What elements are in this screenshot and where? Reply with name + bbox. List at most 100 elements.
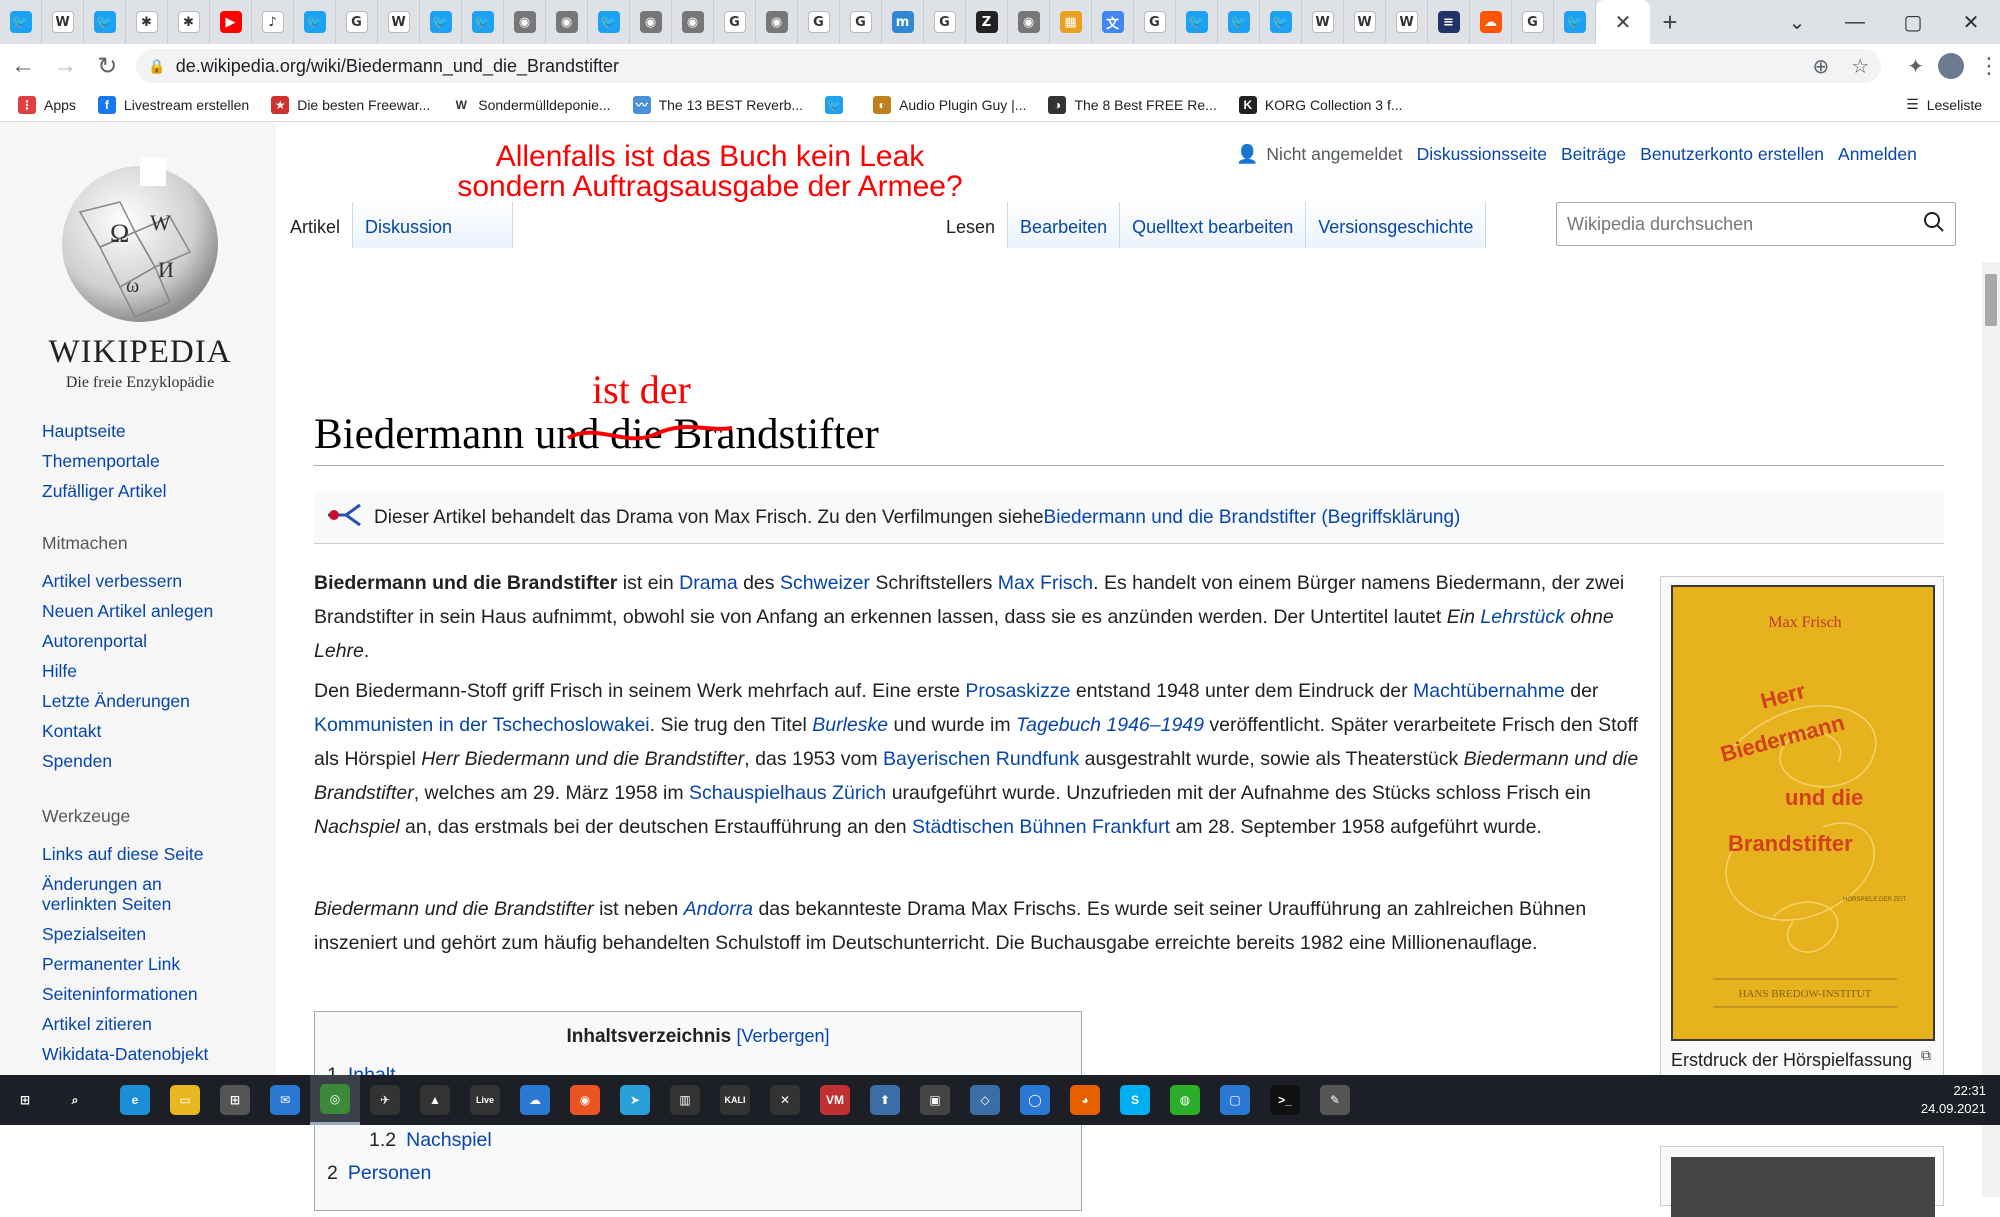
browser-tab[interactable]: G xyxy=(840,0,882,44)
taskbar-app[interactable]: ▭ xyxy=(160,1075,210,1125)
browser-tab[interactable]: 🐦 xyxy=(462,0,504,44)
window-close-icon[interactable]: ✕ xyxy=(1942,0,2000,44)
sidebar-link[interactable]: Seiteninformationen xyxy=(42,979,232,1009)
toc-item[interactable]: 1.2 Nachspiel xyxy=(369,1129,492,1152)
link-prosaskizze[interactable]: Prosaskizze xyxy=(965,680,1070,702)
browser-tab[interactable]: 🐦 xyxy=(588,0,630,44)
link-kommunisten[interactable]: Kommunisten in der Tschechoslowakei xyxy=(314,714,650,736)
address-bar[interactable]: 🔒 de.wikipedia.org/wiki/Biedermann_und_d… xyxy=(136,49,1882,83)
link-andorra[interactable]: Andorra xyxy=(684,898,753,920)
enlarge-icon[interactable]: ⧉ xyxy=(1921,1047,1931,1064)
taskbar-app[interactable]: S xyxy=(1110,1075,1160,1125)
browser-tab[interactable]: ☁ xyxy=(1470,0,1512,44)
taskbar-app[interactable]: KALI xyxy=(710,1075,760,1125)
login-link[interactable]: Anmelden xyxy=(1838,144,1917,165)
link-drama[interactable]: Drama xyxy=(679,572,738,594)
browser-tab[interactable]: G xyxy=(714,0,756,44)
tab-history[interactable]: Versionsgeschichte xyxy=(1306,202,1487,248)
bookmark-item[interactable]: ◐ Audio Plugin Guy |... xyxy=(873,95,1026,114)
link-max-frisch[interactable]: Max Frisch xyxy=(998,572,1093,594)
forward-button[interactable]: → xyxy=(46,46,84,86)
taskbar-app[interactable]: ▥ xyxy=(660,1075,710,1125)
link-buehnen-frankfurt[interactable]: Städtischen Bühnen Frankfurt xyxy=(912,816,1170,838)
browser-tab[interactable]: ◉ xyxy=(756,0,798,44)
taskbar-app[interactable]: ➤ xyxy=(610,1075,660,1125)
tab-read[interactable]: Lesen xyxy=(934,202,1009,248)
browser-tab[interactable]: ♪ xyxy=(252,0,294,44)
taskbar-app[interactable]: VM xyxy=(810,1075,860,1125)
browser-tab[interactable]: G xyxy=(336,0,378,44)
taskbar-app[interactable]: ✉ xyxy=(260,1075,310,1125)
scrollbar-thumb[interactable] xyxy=(1985,274,1997,326)
taskbar-app[interactable]: e xyxy=(110,1075,160,1125)
search-input[interactable]: Wikipedia durchsuchen xyxy=(1556,202,1956,246)
sidebar-link[interactable]: Themenportale xyxy=(42,446,167,476)
taskbar-app[interactable]: ◯ xyxy=(1010,1075,1060,1125)
taskbar-app[interactable]: ▣ xyxy=(910,1075,960,1125)
browser-tab[interactable]: W xyxy=(1386,0,1428,44)
talk-link[interactable]: Diskussionsseite xyxy=(1417,144,1547,165)
browser-tab[interactable]: 🐦 xyxy=(0,0,42,44)
toc-link[interactable]: Nachspiel xyxy=(406,1129,492,1151)
reading-list-button[interactable]: ☰ Leseliste xyxy=(1906,96,1982,113)
tab-search-icon[interactable]: ⌄ xyxy=(1768,0,1826,44)
sidebar-link[interactable]: Artikel verbessern xyxy=(42,566,213,596)
page-scrollbar[interactable] xyxy=(1982,262,2000,1197)
toc-item[interactable]: 2 Personen xyxy=(327,1162,431,1185)
sidebar-link[interactable]: Zufälliger Artikel xyxy=(42,476,167,506)
sidebar-link[interactable]: Spenden xyxy=(42,746,213,776)
taskbar-app[interactable]: ◎ xyxy=(310,1075,360,1125)
browser-tab[interactable]: ◉ xyxy=(630,0,672,44)
wikipedia-logo[interactable]: Ω W И ω WIKIPEDIA Die freie Enzyklopädie xyxy=(40,152,240,391)
contributions-link[interactable]: Beiträge xyxy=(1561,144,1626,165)
bookmark-item[interactable]: 〰 The 13 BEST Reverb... xyxy=(632,95,803,114)
sidebar-link[interactable]: Hilfe xyxy=(42,656,213,686)
browser-tab[interactable]: 🐦 xyxy=(1176,0,1218,44)
browser-tab[interactable]: 🐦 xyxy=(1554,0,1596,44)
hatnote-link[interactable]: Biedermann und die Brandstifter (Begriff… xyxy=(1044,507,1461,529)
second-image[interactable] xyxy=(1671,1157,1935,1217)
taskbar-app[interactable]: ⬆ xyxy=(860,1075,910,1125)
reload-button[interactable]: ↻ xyxy=(88,46,126,86)
tab-discussion[interactable]: Diskussion xyxy=(353,202,514,248)
sidebar-link[interactable]: Hauptseite xyxy=(42,416,167,446)
browser-tab[interactable]: G xyxy=(1134,0,1176,44)
bookmark-item[interactable]: ★ Die besten Freewar... xyxy=(271,95,430,114)
sidebar-link[interactable]: Letzte Änderungen xyxy=(42,686,213,716)
sidebar-link[interactable]: Links auf diese Seite xyxy=(42,839,232,869)
bookmark-item[interactable]: ⋮ Apps xyxy=(18,95,76,114)
browser-tab[interactable]: ✱ xyxy=(168,0,210,44)
taskbar-app[interactable]: ⊞ xyxy=(210,1075,260,1125)
taskbar-app[interactable]: ◉ xyxy=(560,1075,610,1125)
browser-tab[interactable]: W xyxy=(1344,0,1386,44)
extensions-puzzle-icon[interactable]: ✦ xyxy=(1907,54,1924,79)
taskbar-app[interactable]: ✈ xyxy=(360,1075,410,1125)
browser-tab[interactable]: ▶ xyxy=(210,0,252,44)
profile-avatar[interactable] xyxy=(1937,53,1964,79)
browser-tab[interactable]: G xyxy=(924,0,966,44)
taskbar-app[interactable]: ☁ xyxy=(510,1075,560,1125)
sidebar-link[interactable]: Spezialseiten xyxy=(42,919,232,949)
browser-tab[interactable]: ◉ xyxy=(1008,0,1050,44)
sidebar-link[interactable]: Autorenportal xyxy=(42,626,213,656)
taskbar-app[interactable]: ◇ xyxy=(960,1075,1010,1125)
browser-tab[interactable]: ◉ xyxy=(504,0,546,44)
browser-tab[interactable]: 🐦 xyxy=(420,0,462,44)
browser-tab[interactable]: 🐦 xyxy=(294,0,336,44)
active-tab[interactable]: ✕ xyxy=(1596,0,1650,44)
tab-edit[interactable]: Bearbeiten xyxy=(1008,202,1121,248)
browser-tab[interactable]: W xyxy=(1302,0,1344,44)
back-button[interactable]: ← xyxy=(4,46,42,86)
taskbar-app[interactable]: ◍ xyxy=(1160,1075,1210,1125)
system-clock[interactable]: 22:31 24.09.2021 xyxy=(1921,1082,1986,1118)
taskbar-app[interactable]: ▲ xyxy=(410,1075,460,1125)
browser-tab[interactable]: ◉ xyxy=(546,0,588,44)
browser-tab[interactable]: ≡ xyxy=(1428,0,1470,44)
browser-tab[interactable]: 文 xyxy=(1092,0,1134,44)
taskbar-app[interactable]: ✎ xyxy=(1310,1075,1360,1125)
browser-tab[interactable]: G xyxy=(1512,0,1554,44)
bookmark-item[interactable]: K KORG Collection 3 f... xyxy=(1238,95,1403,114)
search-icon[interactable] xyxy=(1923,211,1945,238)
link-schauspielhaus[interactable]: Schauspielhaus Zürich xyxy=(689,782,886,804)
sidebar-link[interactable]: Neuen Artikel anlegen xyxy=(42,596,213,626)
